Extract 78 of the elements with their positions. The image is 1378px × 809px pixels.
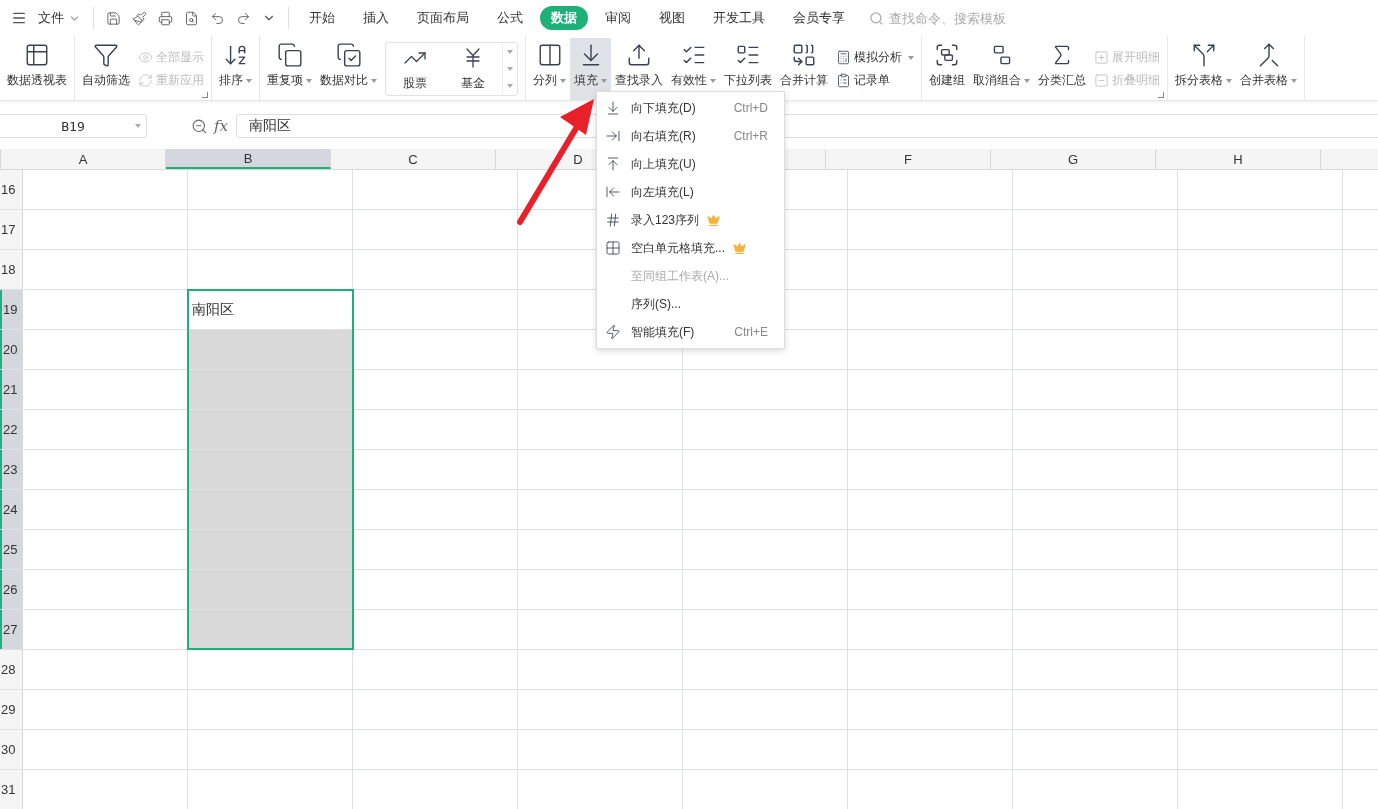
row-header[interactable]: 27	[0, 610, 23, 649]
menu-item[interactable]: 录入123序列	[597, 206, 784, 234]
funnel-icon	[93, 42, 119, 68]
ribbon-tab[interactable]: 会员专享	[782, 6, 856, 30]
row-header[interactable]: 18	[0, 250, 23, 289]
ribbon-tab[interactable]: 审阅	[594, 6, 642, 30]
row-header[interactable]: 28	[0, 650, 23, 689]
ribbon-button[interactable]: 拆分表格	[1171, 38, 1236, 100]
column-header[interactable]: B	[166, 149, 331, 169]
lightning-icon	[605, 324, 621, 340]
ribbon-button[interactable]: 模拟分析	[836, 49, 914, 66]
ribbon-tab[interactable]: 开始	[298, 6, 346, 30]
row-header[interactable]: 29	[0, 690, 23, 729]
ribbon-tab[interactable]: 公式	[486, 6, 534, 30]
row-header[interactable]: 23	[0, 450, 23, 489]
launcher-icon[interactable]	[1158, 92, 1164, 98]
ribbon-button[interactable]: 记录单	[836, 72, 914, 89]
number-icon	[605, 212, 621, 228]
zoom-out-icon[interactable]	[191, 117, 208, 135]
copy-check-icon	[335, 42, 362, 68]
plus-square-icon	[1094, 50, 1109, 65]
ribbon-button[interactable]: 自动筛选	[78, 38, 134, 100]
calculator-icon	[836, 50, 851, 65]
ribbon-tab[interactable]: 开发工具	[702, 6, 776, 30]
fill-down-icon	[605, 100, 621, 116]
row-header[interactable]: 30	[0, 730, 23, 769]
ribbon-tab[interactable]: 页面布局	[406, 6, 480, 30]
column-header[interactable]: C	[331, 149, 496, 169]
refresh-icon	[138, 73, 153, 88]
ribbon-tab[interactable]: 插入	[352, 6, 400, 30]
fill-left-icon	[605, 184, 621, 200]
copy-icon	[276, 42, 303, 68]
ribbon-button[interactable]: 合并表格	[1236, 38, 1301, 100]
row-header[interactable]: 20	[0, 330, 23, 369]
row-header[interactable]: 17	[0, 210, 23, 249]
combine-icon	[791, 42, 817, 68]
ribbon-button[interactable]: 重复项	[263, 38, 316, 100]
file-menu[interactable]: 文件	[32, 9, 87, 27]
gallery-item[interactable]: 股票	[386, 43, 444, 95]
column-header[interactable]: G	[991, 149, 1156, 169]
ribbon-button[interactable]: 分类汇总	[1034, 38, 1090, 100]
row-header[interactable]: 31	[0, 770, 23, 809]
ribbon-button[interactable]: 创建组	[925, 38, 969, 100]
grid-icon	[605, 240, 621, 256]
row-header[interactable]: 19	[0, 290, 23, 329]
name-box[interactable]: B19	[0, 114, 147, 138]
row-header[interactable]: 25	[0, 530, 23, 569]
ribbon-button[interactable]: 填充	[570, 38, 611, 100]
fx-label: fx	[214, 117, 228, 135]
menu-item[interactable]: 空白单元格填充...	[597, 234, 784, 262]
table-icon	[24, 42, 50, 68]
row-header[interactable]: 24	[0, 490, 23, 529]
ribbon-tab[interactable]: 视图	[648, 6, 696, 30]
ribbon-button[interactable]: 数据对比	[316, 38, 381, 100]
fill-up-icon	[605, 156, 621, 172]
gallery-item[interactable]: 基金	[444, 43, 502, 95]
minus-square-icon	[1094, 73, 1109, 88]
ribbon-button[interactable]: 分列	[529, 38, 570, 100]
column-header[interactable]: F	[826, 149, 991, 169]
ribbon-button[interactable]: 取消组合	[969, 38, 1034, 100]
row-header[interactable]: 26	[0, 570, 23, 609]
ribbon-button[interactable]: 数据透视表	[3, 38, 71, 100]
search-icon	[869, 10, 884, 26]
row-header[interactable]: 16	[0, 170, 23, 209]
eye-icon	[138, 50, 153, 65]
upload-icon	[626, 42, 652, 68]
ribbon-button[interactable]: 排序	[215, 38, 256, 100]
menu-item[interactable]: 序列(S)...	[597, 290, 784, 318]
search-field[interactable]: 查找命令、搜索模板	[887, 9, 1041, 27]
row-header[interactable]: 21	[0, 370, 23, 409]
group-icon	[934, 42, 960, 68]
menu-item[interactable]: 向左填充(L)	[597, 178, 784, 206]
row-header[interactable]: 22	[0, 410, 23, 449]
launcher-icon[interactable]	[202, 92, 208, 98]
clipboard-icon	[836, 73, 851, 88]
fill-right-icon	[605, 128, 621, 144]
column-header[interactable]: H	[1156, 149, 1321, 169]
menu-item[interactable]: 智能填充(F) Ctrl+E	[597, 318, 784, 346]
